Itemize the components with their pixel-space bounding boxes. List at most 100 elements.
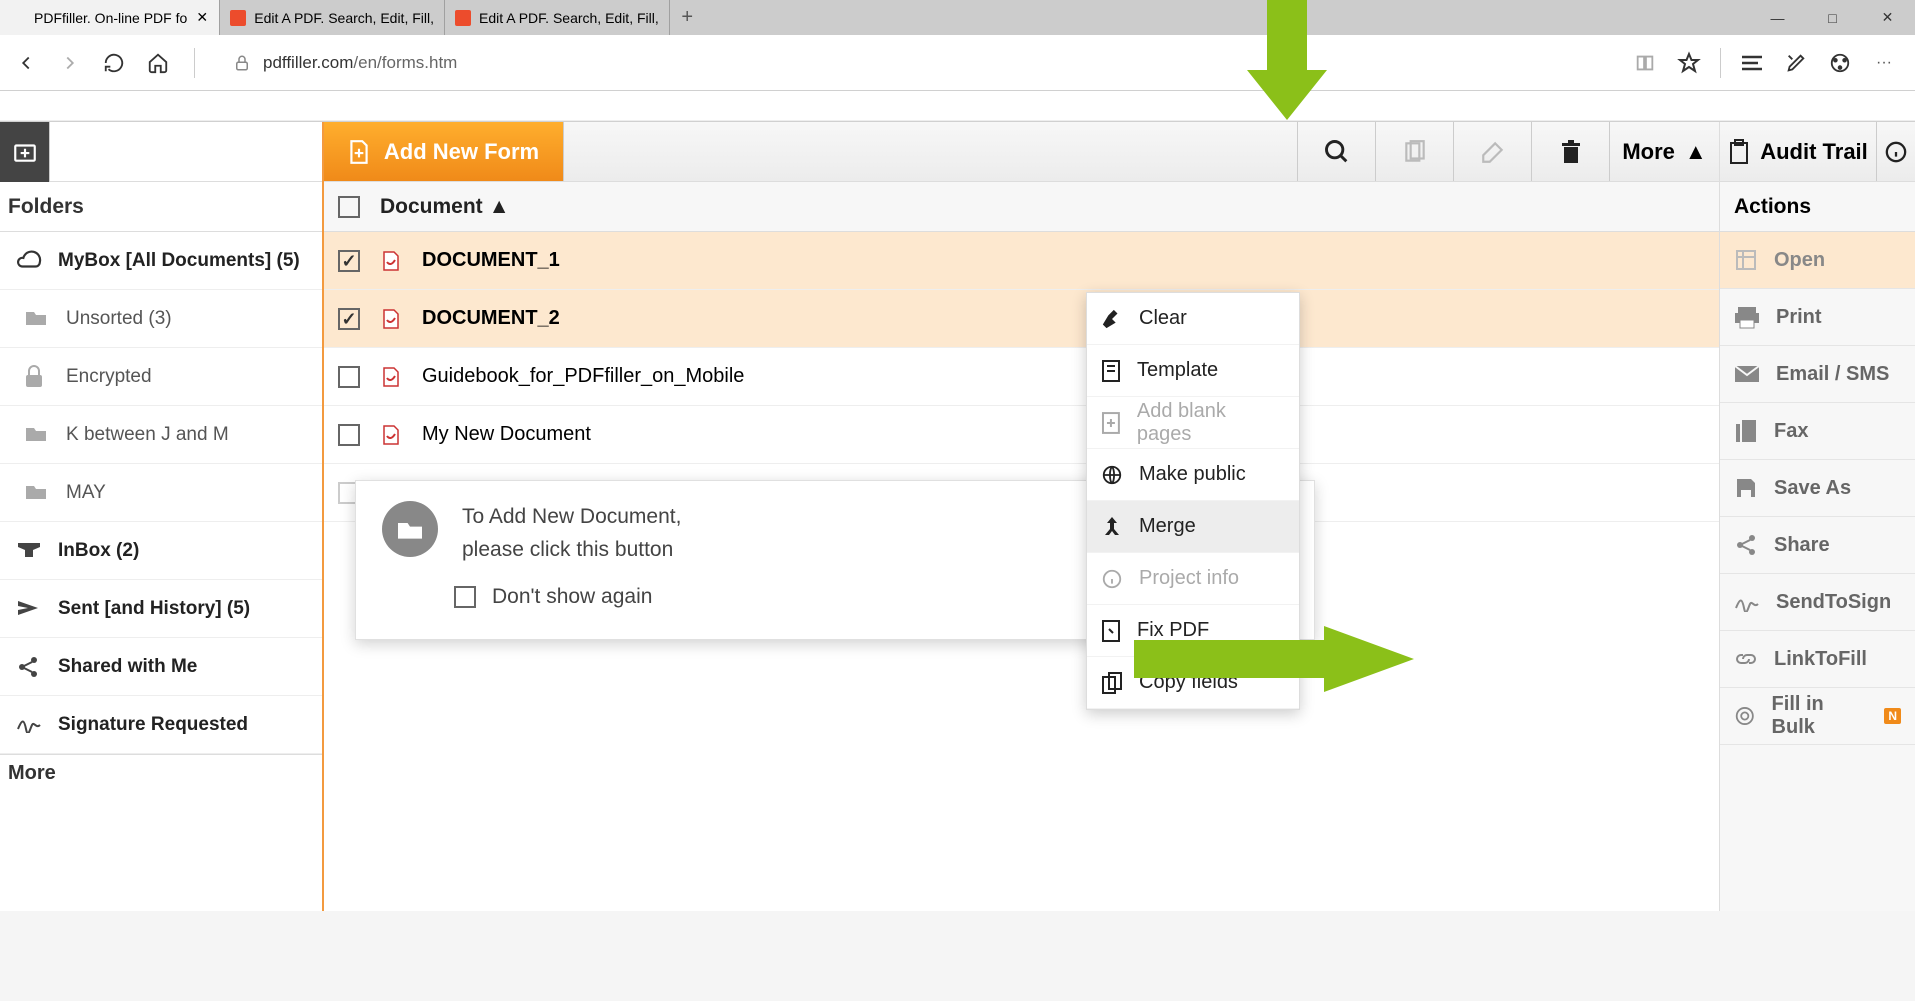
tooltip-line1: To Add New Document, (462, 501, 681, 534)
add-folder-button[interactable] (0, 122, 50, 182)
action-email[interactable]: Email / SMS (1720, 346, 1915, 403)
select-all-checkbox[interactable] (338, 196, 360, 218)
row-checkbox[interactable] (338, 308, 360, 330)
copy-icon (1101, 671, 1123, 695)
delete-button[interactable] (1531, 122, 1609, 181)
more-button[interactable]: More ▲ (1609, 122, 1719, 181)
pdf-icon (380, 424, 402, 446)
action-linktofill[interactable]: LinkToFill (1720, 631, 1915, 688)
folder-mybox[interactable]: MyBox [All Documents] (5) (0, 232, 322, 290)
info-icon (1885, 141, 1907, 163)
sign-icon (1734, 592, 1760, 612)
close-window-button[interactable]: ✕ (1860, 0, 1915, 35)
folder-inbox[interactable]: InBox (2) (0, 522, 322, 580)
folder-unsorted[interactable]: Unsorted (3) (0, 290, 322, 348)
maximize-button[interactable]: □ (1805, 0, 1860, 35)
folder-sig-requested[interactable]: Signature Requested (0, 696, 322, 754)
info-button[interactable] (1877, 122, 1915, 181)
action-save-as[interactable]: Save As (1720, 460, 1915, 517)
row-checkbox[interactable] (338, 366, 360, 388)
add-new-form-button[interactable]: Add New Form (324, 122, 564, 181)
tab-title: PDFfiller. On-line PDF fo (34, 10, 187, 26)
action-fill-bulk[interactable]: Fill in Bulk N (1720, 688, 1915, 745)
folder-k[interactable]: K between J and M (0, 406, 322, 464)
folder-encrypted[interactable]: Encrypted (0, 348, 322, 406)
folder-sent[interactable]: Sent [and History] (5) (0, 580, 322, 638)
browser-tab-1[interactable]: Edit A PDF. Search, Edit, Fill, (220, 0, 445, 35)
info-icon (1101, 568, 1123, 590)
sidebar: Folders MyBox [All Documents] (5) Unsort… (0, 122, 324, 911)
doc-row[interactable]: DOCUMENT_1 (324, 232, 1719, 290)
folders-header: Folders (0, 182, 322, 232)
doc-row[interactable]: Guidebook_for_PDFfiller_on_Mobile (324, 348, 1719, 406)
menu-template[interactable]: Template (1087, 345, 1299, 397)
folder-icon (24, 481, 48, 505)
address-bar[interactable]: pdffiller.com/en/forms.htm (233, 53, 457, 73)
actions-header: Actions (1720, 182, 1915, 232)
print-icon (1734, 305, 1760, 329)
close-icon[interactable]: ✕ (195, 11, 209, 25)
caret-up-icon: ▲ (1685, 139, 1707, 165)
hub-icon[interactable] (1739, 50, 1765, 76)
minimize-button[interactable]: — (1750, 0, 1805, 35)
home-button[interactable] (142, 47, 174, 79)
column-document[interactable]: Document ▲ (380, 195, 509, 219)
tab-title: Edit A PDF. Search, Edit, Fill, (254, 10, 434, 26)
back-button[interactable] (10, 47, 42, 79)
folder-home-icon (24, 307, 48, 331)
row-checkbox[interactable] (338, 424, 360, 446)
search-button[interactable] (1297, 122, 1375, 181)
action-fax[interactable]: Fax (1720, 403, 1915, 460)
browser-tab-0[interactable]: PDFfiller. On-line PDF fo ✕ (0, 0, 220, 35)
browser-tab-2[interactable]: Edit A PDF. Search, Edit, Fill, (445, 0, 670, 35)
forward-button[interactable] (54, 47, 86, 79)
template-icon (1101, 359, 1121, 383)
new-tab-button[interactable]: + (670, 0, 705, 35)
cloud-icon (16, 249, 40, 273)
notes-icon[interactable] (1783, 50, 1809, 76)
copy-button[interactable] (1375, 122, 1453, 181)
favorite-star-icon[interactable] (1676, 50, 1702, 76)
sidebar-more[interactable]: More (0, 754, 322, 792)
folder-label: Sent [and History] (5) (58, 598, 250, 620)
action-sendtosign[interactable]: SendToSign (1720, 574, 1915, 631)
audit-trail-button[interactable]: Audit Trail (1720, 122, 1877, 181)
action-share[interactable]: Share (1720, 517, 1915, 574)
tab-bar: PDFfiller. On-line PDF fo ✕ Edit A PDF. … (0, 0, 1915, 35)
folder-label: K between J and M (66, 424, 229, 446)
pdf-icon (380, 308, 402, 330)
dont-show-checkbox[interactable] (454, 586, 476, 608)
folder-label: Encrypted (66, 366, 152, 388)
folder-shared[interactable]: Shared with Me (0, 638, 322, 696)
menu-clear[interactable]: Clear (1087, 293, 1299, 345)
doc-row[interactable]: DOCUMENT_2 (324, 290, 1719, 348)
folder-may[interactable]: MAY (0, 464, 322, 522)
menu-project-info: Project info (1087, 553, 1299, 605)
favicon-icon (230, 10, 246, 26)
refresh-button[interactable] (98, 47, 130, 79)
reading-view-icon[interactable] (1632, 50, 1658, 76)
folder-icon (24, 423, 48, 447)
menu-merge[interactable]: Merge (1087, 501, 1299, 553)
document-header: Document ▲ (324, 182, 1719, 232)
favicon-icon (455, 10, 471, 26)
share-ext-icon[interactable] (1827, 50, 1853, 76)
broom-icon (1101, 308, 1123, 330)
more-menu-icon[interactable]: ··· (1871, 50, 1897, 76)
doc-name: DOCUMENT_2 (422, 307, 560, 330)
menu-make-public[interactable]: Make public (1087, 449, 1299, 501)
doc-name: Guidebook_for_PDFfiller_on_Mobile (422, 365, 744, 388)
app: Folders MyBox [All Documents] (5) Unsort… (0, 121, 1915, 911)
rename-button[interactable] (1453, 122, 1531, 181)
doc-row[interactable]: My New Document (324, 406, 1719, 464)
add-form-label: Add New Form (384, 139, 539, 165)
share-icon (1734, 533, 1758, 557)
menu-add-blank: Add blank pages (1087, 397, 1299, 449)
action-print[interactable]: Print (1720, 289, 1915, 346)
row-checkbox[interactable] (338, 250, 360, 272)
signature-icon (16, 713, 40, 737)
pdf-icon (380, 250, 402, 272)
action-open[interactable]: Open (1720, 232, 1915, 289)
dont-show-again[interactable]: Don't show again (454, 585, 652, 609)
annotation-arrow-down (1247, 0, 1327, 120)
